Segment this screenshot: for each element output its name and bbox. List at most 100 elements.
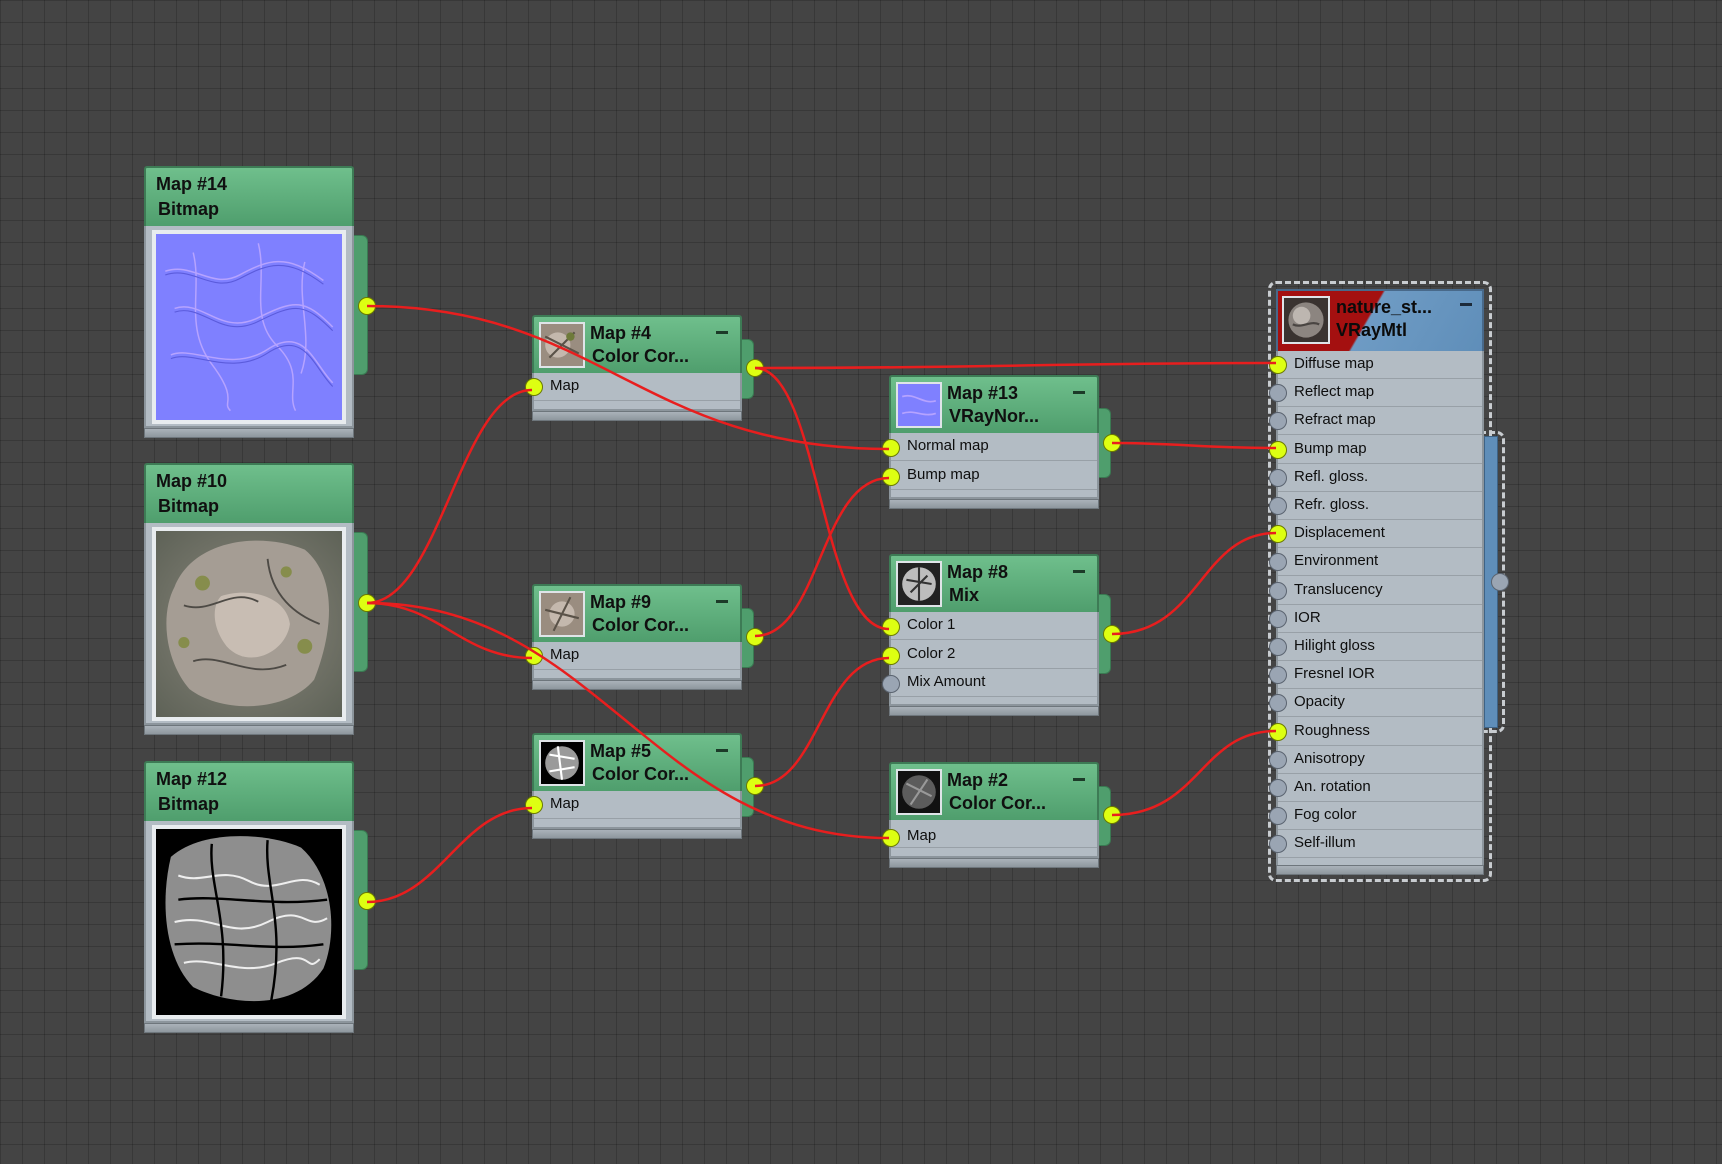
material-slot[interactable]: Reflect map [1269,379,1482,408]
material-slot[interactable]: Environment [1269,548,1482,577]
material-slot[interactable]: Hilight gloss [1269,633,1482,661]
node-name: Map #9 [590,592,652,612]
material-slot[interactable]: Displacement [1269,520,1482,549]
node-map9[interactable]: Map #9 Color Cor... Map [525,584,764,690]
input-socket[interactable] [1269,581,1287,600]
node-type: Color Cor... [592,764,690,784]
node-header[interactable]: Map #9 Color Cor... [532,584,742,642]
node-material-vraymtl[interactable]: nature_st... VRayMtl Diffuse map Reflect … [1269,289,1484,875]
input-slot-mix-amount[interactable]: Mix Amount [882,669,1097,697]
material-slot[interactable]: Refract map [1269,407,1482,436]
material-slot[interactable]: Roughness [1269,718,1482,746]
minimize-button[interactable] [716,600,728,603]
thumbnail [896,382,942,428]
input-socket[interactable] [1269,609,1287,628]
input-socket[interactable] [1269,835,1287,854]
output-socket[interactable] [358,594,376,612]
input-slot-bump-map[interactable]: Bump map [882,462,1097,490]
input-slot-map[interactable]: Map [882,820,1097,848]
output-socket[interactable] [1103,806,1121,824]
output-socket[interactable] [746,359,764,377]
material-slot[interactable]: Diffuse map [1269,351,1482,379]
node-header[interactable]: Map #2 Color Cor... [889,762,1099,820]
node-map14[interactable]: Map #14 Bitmap [144,166,376,446]
input-socket[interactable] [882,468,900,486]
node-header[interactable]: Map #13 VRayNor... [889,375,1099,433]
node-header[interactable]: Map #12 Bitmap [144,761,354,821]
input-socket[interactable] [1269,666,1287,685]
node-map10[interactable]: Map #10 Bitmap [144,463,376,743]
material-slot[interactable]: Fresnel IOR [1269,661,1482,690]
node-map4[interactable]: Map #4 Color Cor... Map [525,315,764,421]
input-socket[interactable] [882,439,900,457]
material-slot[interactable]: Refl. gloss. [1269,464,1482,492]
output-socket[interactable] [746,777,764,795]
minimize-button[interactable] [716,331,728,334]
node-map5[interactable]: Map #5 Color Cor... Map [525,733,764,839]
node-map13[interactable]: Map #13 VRayNor... Normal map Bump map [882,375,1121,509]
node-header[interactable]: Map #14 Bitmap [144,166,354,226]
material-slot[interactable]: Refr. gloss. [1269,492,1482,520]
input-socket[interactable] [525,647,543,665]
node-header[interactable]: Map #5 Color Cor... [532,733,742,791]
material-thumbnail [1282,296,1330,344]
node-header[interactable]: Map #8 Mix [889,554,1099,612]
node-map8[interactable]: Map #8 Mix Color 1 Color 2 Mix Amount [882,554,1121,716]
input-socket[interactable] [1269,694,1287,713]
input-socket[interactable] [882,829,900,847]
wire-map10-to-map4-map [366,388,533,605]
input-socket[interactable] [882,675,900,693]
node-header[interactable]: Map #4 Color Cor... [532,315,742,373]
input-socket[interactable] [525,378,543,396]
input-socket[interactable] [1269,497,1287,515]
input-socket[interactable] [1269,722,1287,741]
output-socket[interactable] [746,628,764,646]
material-slot[interactable]: Fog color [1269,802,1482,831]
wire-map4-to-map8-color1 [754,366,890,631]
thumbnail [896,561,942,607]
input-socket[interactable] [1269,356,1287,374]
input-socket[interactable] [525,796,543,814]
output-socket[interactable] [358,892,376,910]
input-socket[interactable] [1269,553,1287,572]
material-slot[interactable]: Self-illum [1269,830,1482,859]
input-slot-color2[interactable]: Color 2 [882,641,1097,669]
node-map2[interactable]: Map #2 Color Cor... Map [882,762,1121,868]
node-type: Color Cor... [949,793,1047,813]
minimize-button[interactable] [1460,303,1472,306]
material-output-socket[interactable] [1491,573,1509,591]
material-slot[interactable]: IOR [1269,605,1482,633]
input-socket[interactable] [1269,440,1287,459]
input-socket[interactable] [1269,779,1287,797]
minimize-button[interactable] [1073,570,1085,573]
material-slot[interactable]: An. rotation [1269,774,1482,802]
material-slot[interactable]: Opacity [1269,689,1482,718]
input-socket[interactable] [1269,468,1287,487]
node-header[interactable]: Map #10 Bitmap [144,463,354,523]
input-socket[interactable] [1269,384,1287,403]
input-socket[interactable] [1269,750,1287,769]
minimize-button[interactable] [1073,391,1085,394]
minimize-button[interactable] [716,749,728,752]
material-slot[interactable]: Bump map [1269,436,1482,464]
input-socket[interactable] [1269,807,1287,826]
input-slot-map[interactable]: Map [525,791,740,819]
output-socket[interactable] [1103,625,1121,643]
input-slot-normal-map[interactable]: Normal map [882,433,1097,461]
material-slot[interactable]: Anisotropy [1269,746,1482,774]
input-socket[interactable] [1269,525,1287,544]
output-socket[interactable] [1103,434,1121,452]
input-slot-map[interactable]: Map [525,642,740,670]
input-slot-map[interactable]: Map [525,373,740,401]
material-slot[interactable]: Translucency [1269,577,1482,605]
minimize-button[interactable] [1073,778,1085,781]
node-header[interactable]: nature_st... VRayMtl [1276,289,1484,351]
input-socket[interactable] [1269,412,1287,431]
input-socket[interactable] [882,618,900,636]
node-type: Mix [949,585,980,605]
input-socket[interactable] [882,647,900,665]
input-slot-color1[interactable]: Color 1 [882,612,1097,640]
node-map12[interactable]: Map #12 Bitmap [144,761,376,1041]
output-socket[interactable] [358,297,376,315]
input-socket[interactable] [1269,638,1287,656]
